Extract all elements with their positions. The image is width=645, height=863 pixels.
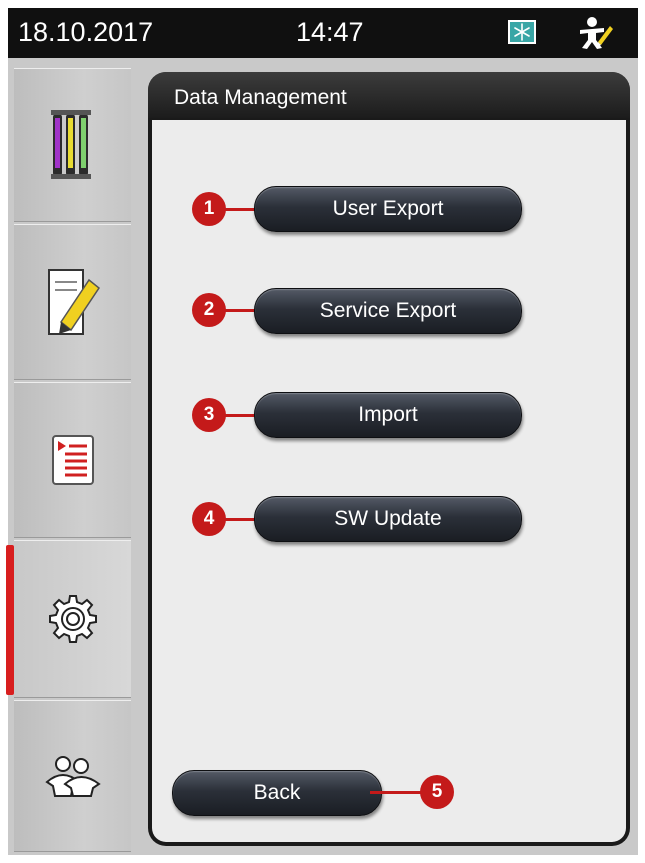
active-tab-indicator bbox=[6, 545, 14, 695]
program-list-icon bbox=[51, 435, 94, 485]
status-date: 18.10.2017 bbox=[18, 17, 154, 47]
note-pencil-icon bbox=[47, 269, 100, 335]
tab-settings[interactable] bbox=[14, 540, 131, 698]
gear-icon bbox=[48, 595, 97, 643]
tab-programs[interactable] bbox=[14, 382, 131, 538]
callout-4: 4 bbox=[192, 502, 226, 536]
status-time: 14:47 bbox=[296, 17, 364, 47]
tab-reagents[interactable] bbox=[14, 68, 131, 222]
tab-notes[interactable] bbox=[14, 224, 131, 380]
callout-1: 1 bbox=[192, 192, 226, 226]
panel-header: Data Management bbox=[148, 72, 630, 118]
reagent-tubes-icon bbox=[50, 110, 91, 179]
back-button[interactable]: Back bbox=[172, 770, 382, 816]
import-button[interactable]: Import bbox=[254, 392, 522, 438]
service-export-button[interactable]: Service Export bbox=[254, 288, 522, 334]
users-icon bbox=[44, 756, 101, 797]
tab-users[interactable] bbox=[14, 700, 131, 852]
sw-update-button[interactable]: SW Update bbox=[254, 496, 522, 542]
status-bar: 18.10.2017 14:47 bbox=[8, 8, 638, 58]
callout-5: 5 bbox=[420, 775, 454, 809]
callout-2: 2 bbox=[192, 293, 226, 327]
snowflake-icon[interactable] bbox=[508, 20, 536, 44]
user-edit-icon[interactable] bbox=[574, 16, 614, 55]
callout-3: 3 bbox=[192, 398, 226, 432]
panel-title: Data Management bbox=[174, 86, 347, 109]
user-export-button[interactable]: User Export bbox=[254, 186, 522, 232]
